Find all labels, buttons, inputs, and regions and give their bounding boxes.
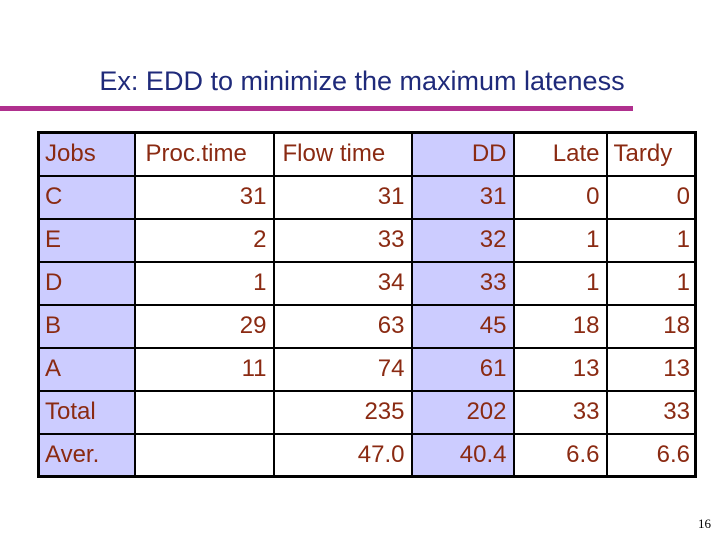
- cell-proc-time: 11: [133, 346, 275, 392]
- table-row: E 2 33 32 1 1: [37, 217, 697, 263]
- cell-job: B: [37, 303, 136, 349]
- cell-flow-time: 31: [272, 174, 413, 220]
- header-dd: DD: [410, 131, 515, 177]
- cell-dd: 32: [410, 217, 515, 263]
- cell-dd: 40.4: [410, 432, 515, 478]
- cell-late: 13: [512, 346, 608, 392]
- cell-proc-time: 31: [133, 174, 275, 220]
- cell-label-total: Total: [37, 389, 136, 435]
- cell-proc-time: 29: [133, 303, 275, 349]
- cell-tardy: 33: [605, 389, 697, 435]
- cell-proc-time: [133, 389, 275, 435]
- header-tardy: Tardy: [605, 131, 697, 177]
- header-proc-time: Proc.time: [133, 131, 275, 177]
- cell-late: 0: [512, 174, 608, 220]
- cell-late: 1: [512, 217, 608, 263]
- table-row: D 1 34 33 1 1: [37, 260, 697, 306]
- header-jobs: Jobs: [37, 131, 136, 177]
- cell-flow-time: 34: [272, 260, 413, 306]
- cell-late: 33: [512, 389, 608, 435]
- cell-late: 1: [512, 260, 608, 306]
- cell-tardy: 1: [605, 260, 697, 306]
- cell-dd: 202: [410, 389, 515, 435]
- cell-proc-time: 1: [133, 260, 275, 306]
- cell-late: 6.6: [512, 432, 608, 478]
- cell-job: D: [37, 260, 136, 306]
- title-underline: [0, 106, 633, 111]
- cell-flow-time: 74: [272, 346, 413, 392]
- cell-dd: 31: [410, 174, 515, 220]
- cell-flow-time: 47.0: [272, 432, 413, 478]
- cell-proc-time: [133, 432, 275, 478]
- cell-tardy: 0: [605, 174, 697, 220]
- table-row: C 31 31 31 0 0: [37, 174, 697, 220]
- cell-tardy: 13: [605, 346, 697, 392]
- cell-proc-time: 2: [133, 217, 275, 263]
- header-flow-time: Flow time: [272, 131, 413, 177]
- cell-tardy: 18: [605, 303, 697, 349]
- cell-dd: 61: [410, 346, 515, 392]
- cell-dd: 45: [410, 303, 515, 349]
- cell-job: C: [37, 174, 136, 220]
- header-late: Late: [512, 131, 608, 177]
- cell-label-average: Aver.: [37, 432, 136, 478]
- slide-title: Ex: EDD to minimize the maximum lateness: [99, 66, 625, 96]
- total-row: Total 235 202 33 33: [37, 389, 697, 435]
- table-header-row: Jobs Proc.time Flow time DD Late Tardy: [37, 131, 697, 177]
- cell-job: E: [37, 217, 136, 263]
- average-row: Aver. 47.0 40.4 6.6 6.6: [37, 432, 697, 478]
- cell-flow-time: 63: [272, 303, 413, 349]
- cell-flow-time: 235: [272, 389, 413, 435]
- cell-tardy: 6.6: [605, 432, 697, 478]
- edd-table: Jobs Proc.time Flow time DD Late Tardy C…: [37, 131, 697, 478]
- cell-flow-time: 33: [272, 217, 413, 263]
- cell-late: 18: [512, 303, 608, 349]
- cell-dd: 33: [410, 260, 515, 306]
- table-row: B 29 63 45 18 18: [37, 303, 697, 349]
- cell-tardy: 1: [605, 217, 697, 263]
- table-row: A 11 74 61 13 13: [37, 346, 697, 392]
- page-number: 16: [698, 516, 711, 531]
- cell-job: A: [37, 346, 136, 392]
